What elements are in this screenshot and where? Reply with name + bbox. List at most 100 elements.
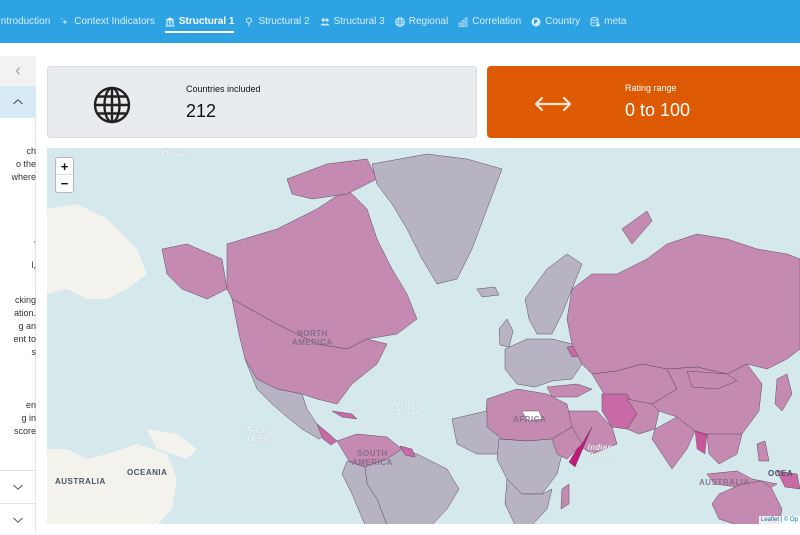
label-line: Ocean bbox=[394, 408, 421, 417]
tab-structural-1[interactable]: Structural 1 bbox=[164, 0, 235, 43]
ocean-label-atlantic: Atlantic Ocean bbox=[392, 401, 422, 417]
database-icon bbox=[590, 16, 600, 27]
sidebar-text-block: , l, bbox=[0, 233, 37, 272]
map-attribution[interactable]: Leaflet | © Op bbox=[759, 516, 800, 524]
country-europe[interactable] bbox=[504, 338, 583, 388]
text-line: , bbox=[33, 234, 36, 244]
label-line: SOUTH bbox=[357, 449, 388, 458]
continent-label-africa: AFRICA bbox=[513, 415, 547, 424]
chevron-left-icon bbox=[15, 67, 20, 75]
bar-chart-icon bbox=[458, 17, 468, 27]
sidebar: ch o the where , l, cking ation. g an en… bbox=[0, 56, 36, 533]
country-greenland[interactable] bbox=[371, 153, 503, 285]
text-line: g an bbox=[18, 321, 36, 331]
region-label-oceania-right: OCEA bbox=[768, 469, 794, 478]
base-land bbox=[47, 204, 147, 299]
country-russia[interactable] bbox=[566, 233, 800, 375]
chevron-up-icon bbox=[13, 99, 23, 105]
card-value: 0 to 100 bbox=[625, 100, 691, 120]
choropleth-map[interactable]: Ocean NORTH AMERICA SOUTH AMERICA AFRICA… bbox=[47, 148, 800, 524]
nav-tabs: Introduction Context Indicators Structur… bbox=[0, 0, 636, 43]
globe-shield-icon bbox=[531, 17, 541, 27]
tab-label: Structural 2 bbox=[258, 16, 310, 27]
zoom-in-button[interactable]: + bbox=[56, 158, 73, 175]
tab-label: Structural 3 bbox=[333, 16, 385, 27]
card-value: 212 bbox=[186, 101, 217, 121]
continent-label-australia: AUSTRALIA bbox=[699, 478, 750, 487]
sidebar-collapse-button[interactable] bbox=[0, 56, 36, 86]
country-canada-islands[interactable] bbox=[286, 158, 378, 200]
tab-label: Structural 1 bbox=[178, 16, 235, 27]
tab-label: Context Indicators bbox=[74, 16, 155, 27]
country-philippines[interactable] bbox=[756, 440, 770, 462]
tab-regional[interactable]: Regional bbox=[394, 0, 449, 43]
chevron-down-icon bbox=[13, 484, 23, 490]
text-line: ent to bbox=[13, 334, 36, 344]
text-line bbox=[0, 246, 36, 259]
ocean-label-indian: Indian Ocean bbox=[587, 444, 613, 460]
country-russia-islands[interactable] bbox=[621, 210, 653, 245]
sidebar-text-block: ch o the where bbox=[0, 145, 36, 184]
tab-structural-2[interactable]: Structural 2 bbox=[244, 0, 310, 43]
text-line: g in bbox=[21, 413, 36, 423]
country-madagascar[interactable] bbox=[560, 483, 570, 510]
country-myanmar[interactable] bbox=[694, 430, 708, 455]
label-line: AMERICA bbox=[292, 338, 333, 347]
tab-introduction[interactable]: Introduction bbox=[0, 0, 50, 43]
text-line: where bbox=[11, 172, 36, 182]
pin-icon bbox=[244, 17, 254, 27]
country-japan[interactable] bbox=[774, 373, 793, 412]
country-turkey[interactable] bbox=[546, 383, 593, 398]
tab-country[interactable]: Country bbox=[531, 0, 580, 43]
text-line: s bbox=[31, 347, 37, 357]
tab-label: Correlation bbox=[472, 16, 522, 27]
continent-label-south-america: SOUTH AMERICA bbox=[352, 449, 393, 467]
text-line: ation. bbox=[13, 308, 36, 318]
map-zoom-control: + − bbox=[55, 157, 74, 193]
label-line: Ocean bbox=[247, 434, 274, 443]
label-line: NORTH bbox=[296, 329, 328, 338]
tab-meta[interactable]: meta bbox=[590, 0, 626, 43]
label-line: Ocean bbox=[587, 451, 614, 460]
country-uk[interactable] bbox=[498, 318, 514, 348]
chevron-down-icon bbox=[13, 517, 23, 523]
country-alaska[interactable] bbox=[161, 243, 228, 300]
tab-context-indicators[interactable]: Context Indicators bbox=[60, 0, 155, 43]
country-cuba[interactable] bbox=[331, 410, 358, 420]
accordion-header-collapsed[interactable] bbox=[0, 470, 36, 502]
sparkle-icon bbox=[60, 17, 70, 27]
globe-icon bbox=[394, 16, 405, 27]
text-line: en bbox=[25, 400, 36, 410]
label-line: AMERICA bbox=[352, 458, 393, 467]
zoom-out-button[interactable]: − bbox=[56, 175, 73, 192]
rating-range-card: Rating range 0 to 100 bbox=[487, 66, 800, 138]
region-label-oceania: OCEANIA bbox=[127, 468, 168, 477]
people-icon bbox=[320, 17, 330, 27]
globe-icon bbox=[93, 86, 131, 124]
country-iceland[interactable] bbox=[476, 286, 500, 298]
text-line: cking bbox=[14, 295, 36, 305]
text-line: l, bbox=[31, 260, 37, 270]
bank-icon bbox=[165, 17, 175, 27]
tab-label: meta bbox=[604, 16, 627, 27]
tab-correlation[interactable]: Correlation bbox=[458, 0, 521, 43]
tab-structural-3[interactable]: Structural 3 bbox=[320, 0, 385, 43]
card-label: Countries included bbox=[186, 84, 261, 94]
continent-label-north-america: NORTH AMERICA bbox=[292, 329, 333, 347]
country-southeast-asia[interactable] bbox=[706, 433, 743, 465]
tab-label: Regional bbox=[408, 16, 449, 27]
tab-label: Introduction bbox=[0, 16, 51, 27]
region-label-australia-tile: AUSTRALIA bbox=[55, 477, 106, 486]
ocean-label-pacific: Pacific Ocean bbox=[247, 427, 274, 443]
top-navbar: Introduction Context Indicators Structur… bbox=[0, 0, 800, 43]
tab-label: Country bbox=[545, 16, 581, 27]
text-line: ch bbox=[26, 146, 36, 156]
left-right-arrow-icon bbox=[534, 96, 572, 112]
text-line: o the bbox=[15, 159, 36, 169]
ocean-label: Ocean bbox=[162, 150, 189, 159]
accordion-header-collapsed[interactable] bbox=[0, 503, 36, 535]
sidebar-text-block: en g in score bbox=[0, 399, 36, 438]
accordion-header-expanded[interactable] bbox=[0, 86, 36, 118]
card-label: Rating range bbox=[625, 83, 677, 93]
sidebar-text-block: cking ation. g an ent to s bbox=[0, 294, 36, 359]
